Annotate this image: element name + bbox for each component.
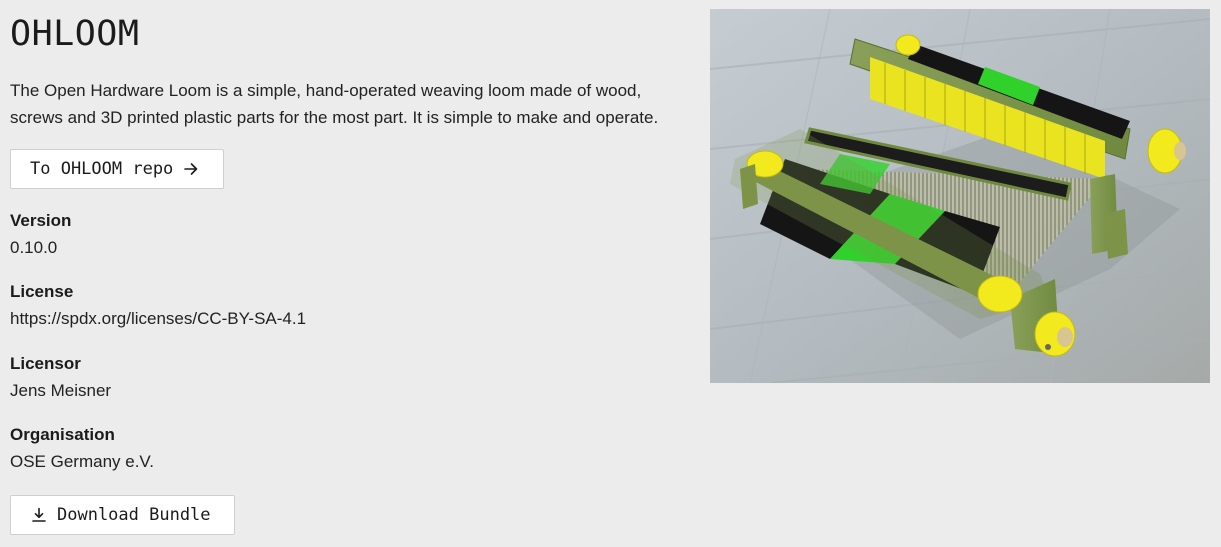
loom-photo [710,9,1210,383]
arrow-right-icon [183,161,199,177]
repo-button-label: To OHLOOM repo [30,159,174,179]
page-title: OHLOOM [10,14,140,54]
licensor-value: Jens Meisner [10,381,112,400]
download-icon [31,507,47,523]
license-value: https://spdx.org/licenses/CC-BY-SA-4.1 [10,309,307,328]
download-bundle-button[interactable]: Download Bundle [10,495,235,535]
license-label: License [10,282,74,301]
organisation-value: OSE Germany e.V. [10,452,154,471]
repo-link-button[interactable]: To OHLOOM repo [10,149,224,189]
project-description: The Open Hardware Loom is a simple, hand… [10,81,659,127]
version-label: Version [10,211,72,230]
organisation-label: Organisation [10,425,115,444]
version-value: 0.10.0 [10,238,58,257]
licensor-label: Licensor [10,354,81,373]
download-button-label: Download Bundle [57,505,211,525]
